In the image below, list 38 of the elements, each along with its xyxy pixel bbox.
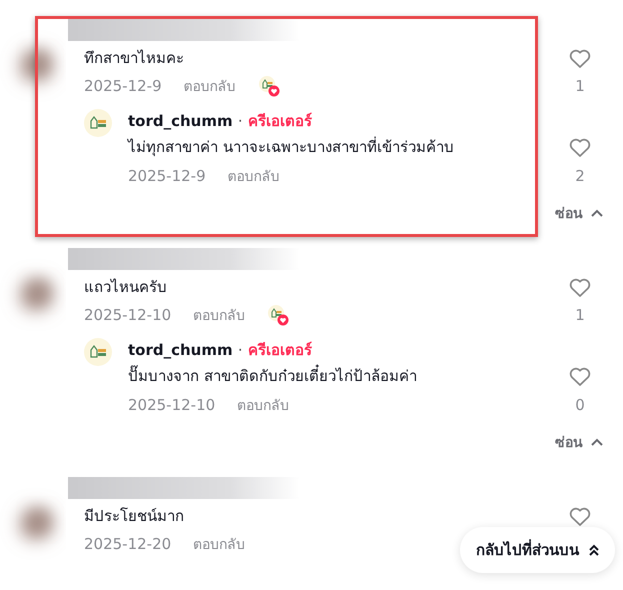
heart-icon[interactable] — [568, 365, 592, 387]
double-chevron-up-icon — [589, 544, 599, 556]
separator: · — [238, 112, 243, 130]
hide-replies-button[interactable]: ซ่อน — [555, 201, 603, 225]
username[interactable]: tord_chumm — [128, 341, 233, 359]
heart-icon[interactable] — [568, 136, 592, 158]
reply-link[interactable]: ตอบกลับ — [193, 533, 246, 555]
comment-date: 2025-12-10 — [84, 306, 172, 324]
hide-replies-button[interactable]: ซ่อน — [555, 430, 603, 454]
chevron-up-icon — [591, 209, 603, 217]
separator: · — [238, 341, 243, 359]
reply-date: 2025-12-10 — [128, 396, 216, 414]
reply-link[interactable]: ตอบกลับ — [184, 75, 236, 97]
reply-link[interactable]: ตอบกลับ — [228, 165, 280, 187]
reply-text: ปั๊มบางจาก สาขาติดกับก๋วยเตี๋ยวไก่ป้าล้อมค่า — [128, 362, 417, 390]
back-to-top-button[interactable]: กลับไปที่ส่วนบน — [460, 527, 615, 573]
chevron-up-icon — [591, 438, 603, 446]
like-count: 1 — [574, 77, 586, 95]
reply-link[interactable]: ตอบกลับ — [237, 394, 290, 416]
reply-text: ไม่ทุกสาขาค่า นาาจะเฉพาะบางสาขาที่เข้าร่วมค้าบ — [128, 136, 454, 158]
comment-text: แถวไหนครับ — [84, 277, 167, 298]
heart-icon[interactable] — [568, 505, 592, 527]
creator-label: ครีเอเตอร์ — [248, 112, 312, 130]
like-count: 2 — [574, 167, 586, 185]
comment-date: 2025-12-20 — [84, 535, 172, 553]
heart-icon[interactable] — [568, 276, 592, 298]
avatar-icon — [84, 338, 112, 366]
reply-date: 2025-12-9 — [128, 167, 206, 185]
like-count: 0 — [574, 396, 586, 414]
comment-date: 2025-12-9 — [84, 77, 162, 95]
heart-icon[interactable] — [568, 47, 592, 69]
reply-link[interactable]: ตอบกลับ — [193, 304, 246, 326]
avatar-icon — [84, 109, 112, 137]
comment-text: ทึกสาขาไหมคะ — [84, 48, 184, 69]
comment-text: มีประโยชน์มาก — [84, 506, 184, 527]
username[interactable]: tord_chumm — [128, 112, 233, 130]
creator-label: ครีเอเตอร์ — [248, 341, 312, 359]
like-count: 1 — [574, 306, 586, 324]
